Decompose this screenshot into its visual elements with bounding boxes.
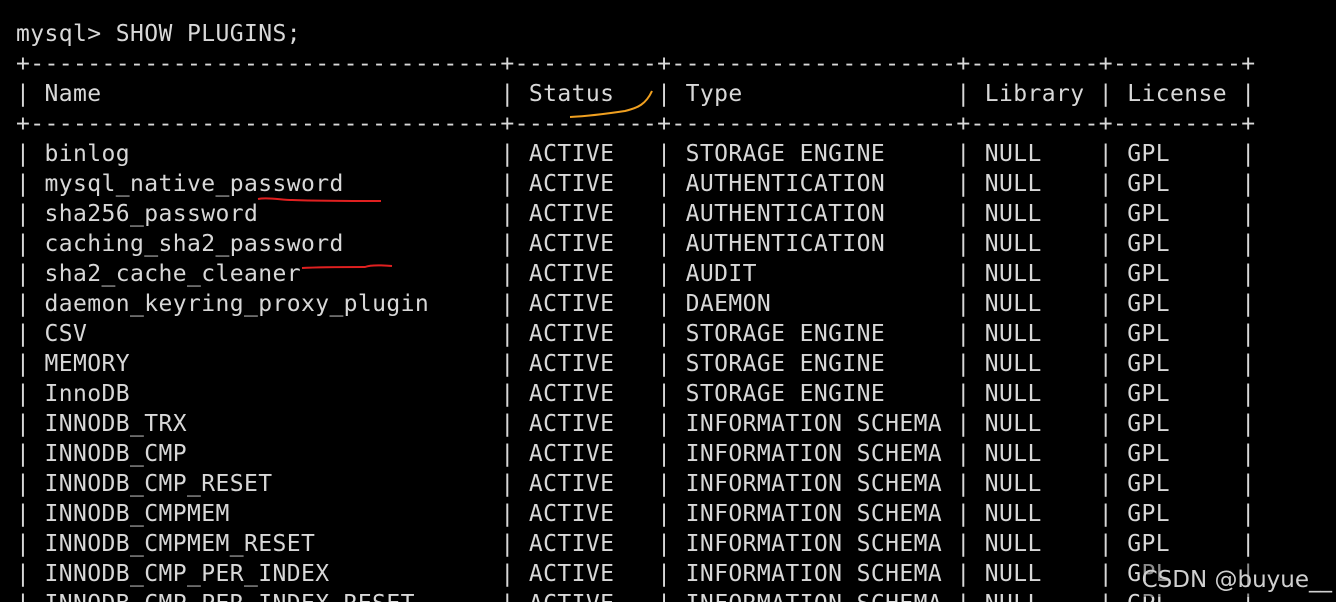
table-row: | caching_sha2_password | ACTIVE | AUTHE…	[16, 231, 1256, 257]
table-row: | INNODB_CMP_PER_INDEX | ACTIVE | INFORM…	[16, 561, 1256, 587]
table-row: | mysql_native_password | ACTIVE | AUTHE…	[16, 171, 1256, 197]
csdn-watermark: CSDN @buyue__	[1141, 563, 1332, 597]
table-border: +---------------------------------+-----…	[16, 51, 1256, 77]
table-row: | daemon_keyring_proxy_plugin | ACTIVE |…	[16, 291, 1256, 317]
table-row: | binlog | ACTIVE | STORAGE ENGINE | NUL…	[16, 141, 1256, 167]
table-row: | INNODB_CMPMEM_RESET | ACTIVE | INFORMA…	[16, 531, 1256, 557]
table-row: | sha256_password | ACTIVE | AUTHENTICAT…	[16, 201, 1256, 227]
table-row: | INNODB_TRX | ACTIVE | INFORMATION SCHE…	[16, 411, 1256, 437]
table-header: | Name | Status | Type | Library | Licen…	[16, 81, 1256, 107]
terminal-window[interactable]: mysql> SHOW PLUGINS; +------------------…	[0, 0, 1336, 602]
table-row: | CSV | ACTIVE | STORAGE ENGINE | NULL |…	[16, 321, 1256, 347]
table-row: | InnoDB | ACTIVE | STORAGE ENGINE | NUL…	[16, 381, 1256, 407]
table-border: +---------------------------------+-----…	[16, 111, 1256, 137]
table-row: | INNODB_CMP_RESET | ACTIVE | INFORMATIO…	[16, 471, 1256, 497]
table-row: | INNODB_CMP | ACTIVE | INFORMATION SCHE…	[16, 441, 1256, 467]
command-prompt: mysql> SHOW PLUGINS;	[16, 21, 301, 47]
table-row: | INNODB_CMPMEM | ACTIVE | INFORMATION S…	[16, 501, 1256, 527]
table-row: | MEMORY | ACTIVE | STORAGE ENGINE | NUL…	[16, 351, 1256, 377]
table-row: | INNODB_CMP_PER_INDEX_RESET | ACTIVE | …	[16, 589, 1256, 602]
table-row: | sha2_cache_cleaner | ACTIVE | AUDIT | …	[16, 261, 1256, 287]
